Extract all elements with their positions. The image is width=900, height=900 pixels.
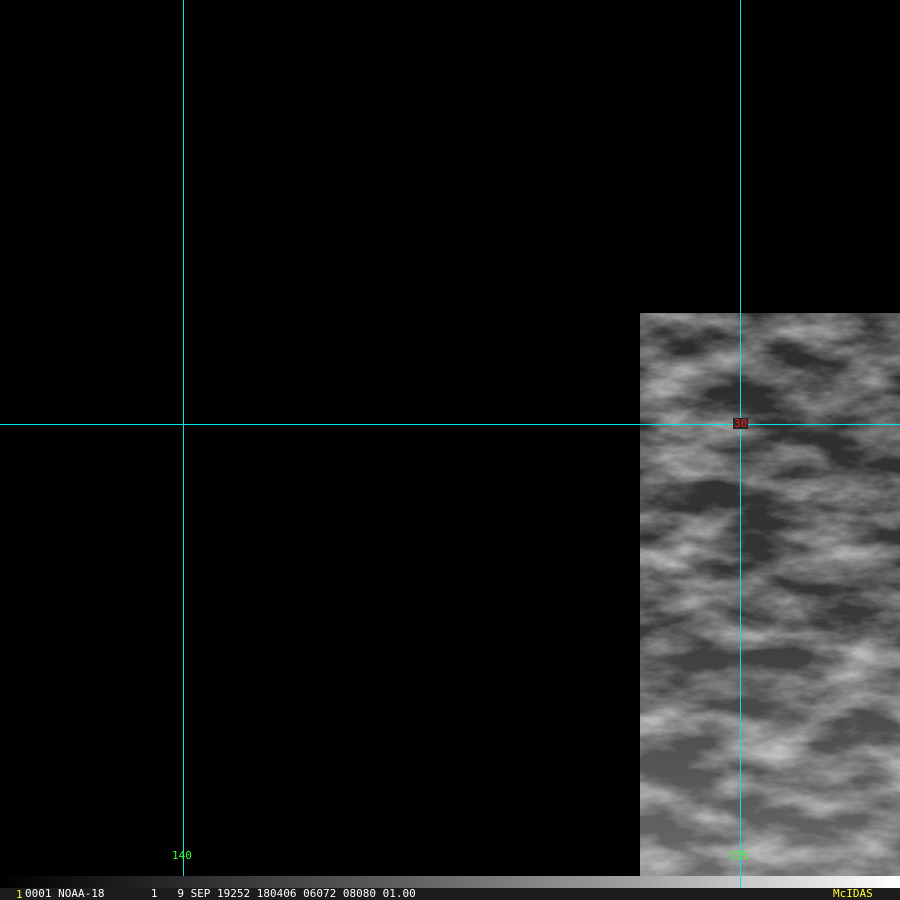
satellite-cloud-imagery xyxy=(640,313,900,876)
longitude-line-135 xyxy=(740,0,741,888)
longitude-label-135: 135 xyxy=(729,849,749,862)
frame-number: 1 xyxy=(16,888,23,900)
image-caption-bar: 1 0001 NOAA-18 1 9 SEP 19252 180406 0607… xyxy=(0,888,900,900)
latitude-label-30: 30 xyxy=(733,417,749,430)
satellite-image-display: 140 135 30 1 0001 NOAA-18 1 9 SEP 19252 … xyxy=(0,0,900,900)
longitude-line-140 xyxy=(183,0,184,888)
latitude-line-30 xyxy=(0,424,900,425)
image-metadata-text: 0001 NOAA-18 1 9 SEP 19252 180406 06072 … xyxy=(25,887,416,900)
grayscale-bar-marker xyxy=(740,876,741,888)
longitude-label-140: 140 xyxy=(172,849,192,862)
mcidas-label: McIDAS xyxy=(833,887,873,900)
